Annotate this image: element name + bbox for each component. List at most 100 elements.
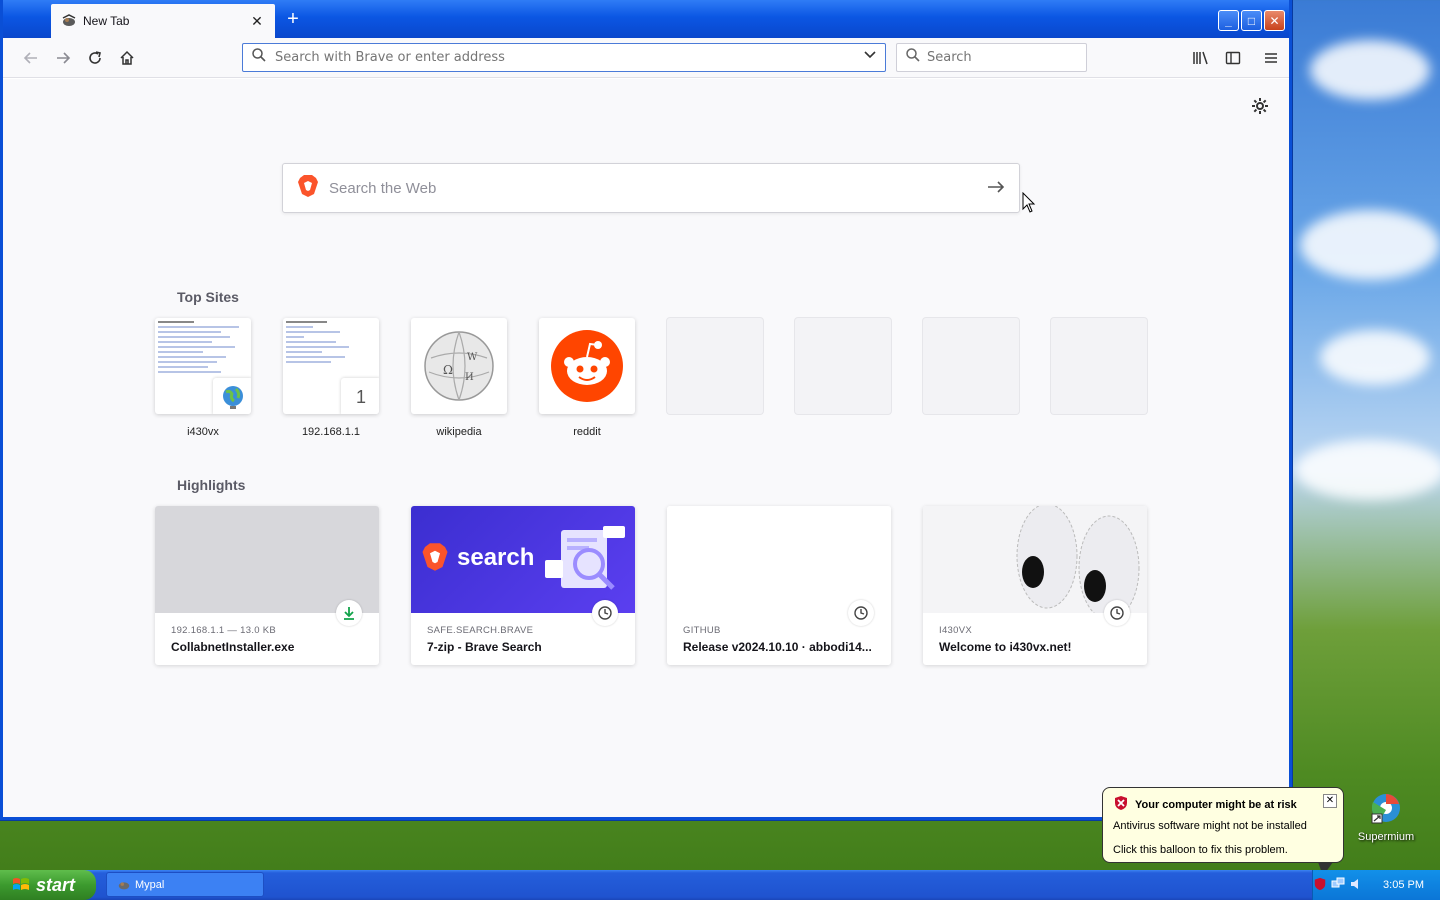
top-site-tile[interactable]: i430vx	[155, 318, 251, 438]
start-button[interactable]: start	[0, 870, 96, 900]
search-icon	[905, 47, 921, 68]
balloon-close-icon[interactable]: ✕	[1323, 794, 1337, 808]
reddit-logo-icon	[551, 330, 623, 402]
url-input[interactable]	[275, 50, 863, 65]
search-illustration-icon	[545, 526, 625, 590]
mouse-cursor-icon	[1022, 192, 1036, 213]
mypal-favicon-icon	[61, 13, 77, 29]
library-icon[interactable]	[1189, 46, 1213, 70]
balloon-title: Your computer might be at risk	[1135, 798, 1297, 811]
top-site-label: reddit	[573, 426, 601, 438]
url-bar[interactable]	[242, 43, 886, 72]
clock[interactable]: 3:05 PM	[1383, 879, 1424, 891]
hamburger-menu-icon[interactable]	[1259, 46, 1283, 70]
empty-top-site-tile[interactable]	[923, 318, 1019, 414]
globe-icon	[213, 378, 251, 414]
taskbar-item-mypal[interactable]: Mypal	[106, 872, 264, 897]
highlight-card[interactable]: 192.168.1.1 — 13.0 KB CollabnetInstaller…	[155, 506, 379, 665]
back-arrow-icon[interactable]	[19, 46, 43, 70]
gear-icon[interactable]	[1249, 97, 1271, 119]
site-badge: 1	[341, 378, 379, 414]
desktop-cloud	[1310, 40, 1430, 100]
empty-top-site-tile[interactable]	[1051, 318, 1147, 414]
top-site-label: 192.168.1.1	[301, 426, 361, 438]
taskbar-item-label: Mypal	[135, 878, 165, 891]
clock-icon	[1104, 600, 1130, 626]
windows-logo-icon	[13, 878, 29, 890]
highlight-title: Release v2024.10.10 · abbodi14...	[683, 640, 872, 654]
highlight-title: CollabnetInstaller.exe	[171, 640, 295, 654]
top-site-tile[interactable]: reddit	[539, 318, 635, 438]
tab-new-tab[interactable]: New Tab ✕	[51, 4, 275, 38]
desktop-cloud	[1300, 210, 1440, 280]
minimize-icon[interactable]: _	[1218, 10, 1239, 31]
security-balloon[interactable]: Your computer might be at risk Antivirus…	[1102, 787, 1344, 863]
desktop-icon-label: Supermium	[1357, 831, 1415, 843]
googly-eyes-icon	[1016, 506, 1140, 613]
web-search-placeholder: Search the Web	[329, 179, 437, 197]
highlight-card[interactable]: GITHUB Release v2024.10.10 · abbodi14...	[667, 506, 891, 665]
download-icon	[336, 600, 362, 626]
tab-close-icon[interactable]: ✕	[249, 13, 265, 29]
highlight-source: GITHUB	[683, 625, 721, 636]
top-site-label: wikipedia	[436, 426, 482, 438]
svg-text:И: И	[465, 372, 474, 383]
highlight-card[interactable]: search SAFE.SEARCH.BRAVE 7-zip - Brave S…	[411, 506, 635, 665]
mypal-icon	[118, 881, 130, 889]
highlight-title: 7-zip - Brave Search	[427, 640, 542, 654]
balloon-line1: Antivirus software might not be installe…	[1113, 820, 1307, 832]
highlight-title: Welcome to i430vx.net!	[939, 640, 1072, 654]
brave-logo-icon	[297, 174, 319, 203]
highlights-heading: Highlights	[177, 477, 246, 493]
search-submit-arrow-icon[interactable]	[987, 177, 1005, 200]
window-controls: _ □ ✕	[1218, 10, 1285, 31]
balloon-line2: Click this balloon to fix this problem.	[1113, 844, 1288, 856]
search-input[interactable]	[927, 50, 1097, 65]
supermium-icon	[1371, 794, 1400, 824]
brave-logo-icon	[422, 543, 448, 571]
wikipedia-globe-icon: Ω WИ	[424, 331, 494, 401]
new-tab-page: Search the Web Top Sites i430vx 1 192.16…	[3, 79, 1289, 817]
browser-window: New Tab ✕ + _ □ ✕ Search with Brave or e…	[0, 0, 1292, 820]
reload-icon[interactable]	[83, 46, 107, 70]
empty-top-site-tile[interactable]	[667, 318, 763, 414]
search-bar[interactable]	[896, 43, 1097, 72]
system-tray: 3:05 PM	[1312, 870, 1440, 900]
tab-title: New Tab	[83, 14, 130, 28]
url-dropdown-chevron-icon[interactable]	[863, 48, 877, 67]
highlight-source: 192.168.1.1 — 13.0 KB	[171, 625, 277, 636]
highlight-image	[155, 506, 379, 613]
new-tab-plus-icon[interactable]: +	[282, 8, 304, 30]
close-window-icon[interactable]: ✕	[1264, 10, 1285, 31]
security-center-tray-icon[interactable]	[1313, 877, 1327, 894]
clock-icon	[592, 600, 618, 626]
highlight-image: search	[411, 506, 635, 613]
top-site-label: i430vx	[187, 426, 219, 438]
svg-text:W: W	[467, 352, 478, 363]
desktop-cloud	[1320, 330, 1430, 385]
web-search-box[interactable]: Search the Web	[282, 163, 1020, 213]
top-site-tile[interactable]: Ω WИ wikipedia	[411, 318, 507, 438]
desktop-cloud	[1295, 440, 1440, 500]
top-sites-heading: Top Sites	[177, 289, 239, 305]
maximize-icon[interactable]: □	[1241, 10, 1262, 31]
shield-warning-icon	[1113, 795, 1129, 814]
top-site-tile[interactable]: 1 192.168.1.1	[283, 318, 379, 438]
highlight-image	[667, 506, 891, 613]
svg-text:Ω: Ω	[443, 363, 453, 377]
empty-top-site-tile[interactable]	[795, 318, 891, 414]
desktop-shortcut-supermium[interactable]: Supermium	[1356, 792, 1416, 843]
titlebar: New Tab ✕ + _ □ ✕	[3, 0, 1289, 38]
highlight-source: SAFE.SEARCH.BRAVE	[427, 625, 534, 636]
highlight-card[interactable]: I430VX Welcome to i430vx.net!	[923, 506, 1147, 665]
sidebar-toggle-icon[interactable]	[1221, 46, 1245, 70]
search-image-text: search	[457, 544, 535, 571]
volume-tray-icon[interactable]	[1349, 877, 1363, 894]
network-tray-icon[interactable]	[1331, 877, 1345, 894]
home-icon[interactable]	[115, 46, 139, 70]
highlight-source: I430VX	[939, 625, 972, 636]
forward-arrow-icon[interactable]	[51, 46, 75, 70]
start-label: start	[36, 874, 76, 895]
navigation-toolbar	[3, 38, 1289, 78]
clock-icon	[848, 600, 874, 626]
